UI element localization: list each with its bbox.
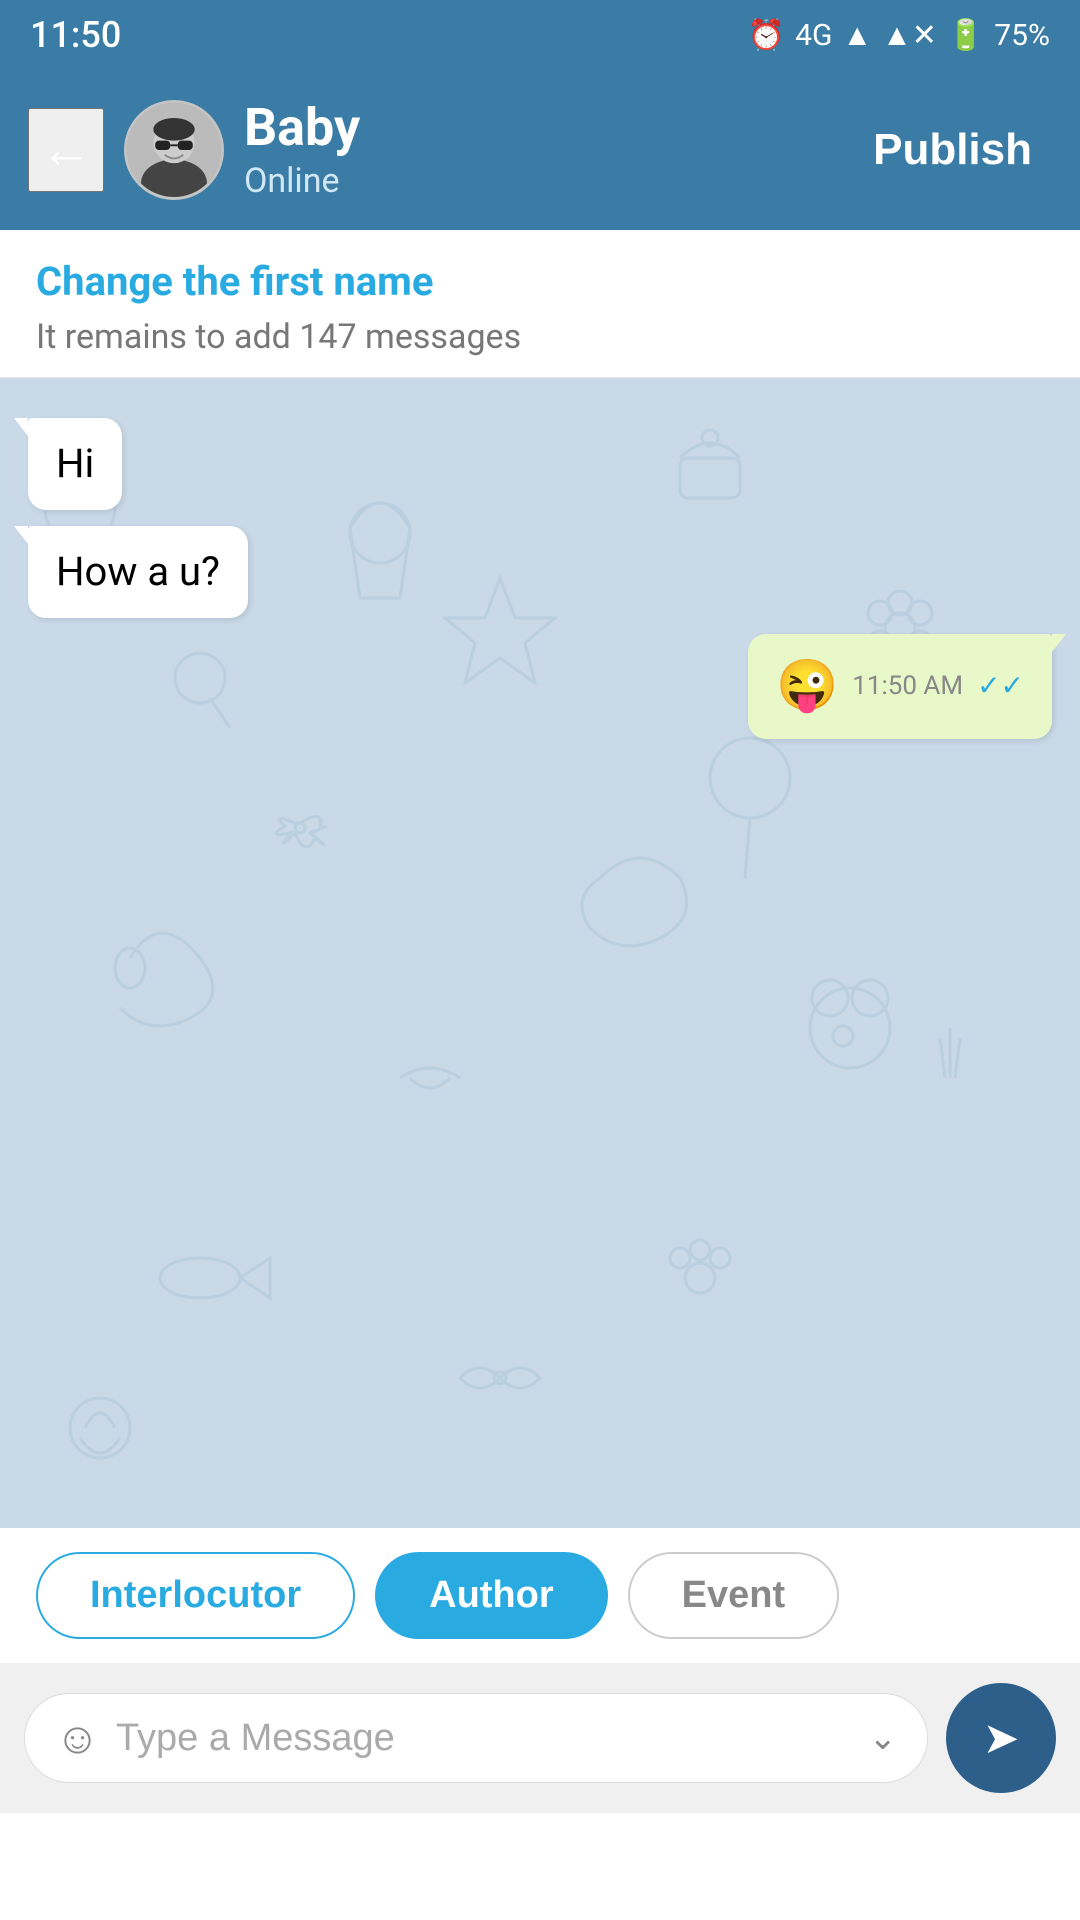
signal2-icon: ▲✕ xyxy=(882,18,937,53)
message-how-are-you: How a u? xyxy=(28,526,248,618)
read-ticks: ✓✓ xyxy=(977,668,1024,704)
role-author-button[interactable]: Author xyxy=(375,1552,608,1639)
notice-subtitle: It remains to add 147 messages xyxy=(36,317,1044,357)
contact-status: Online xyxy=(244,161,833,201)
status-icons: ⏰ 4G ▲ ▲✕ 🔋 75% xyxy=(748,18,1050,53)
contact-info: Baby Online xyxy=(244,99,833,200)
app-bar: ← Baby Online Publish xyxy=(0,70,1080,230)
message-hi: Hi xyxy=(28,418,122,510)
role-event-button[interactable]: Event xyxy=(628,1552,839,1639)
role-selector: Interlocutor Author Event xyxy=(0,1528,1080,1663)
chat-messages: Hi How a u? 😜 11:50 AM ✓✓ xyxy=(0,378,1080,779)
back-button[interactable]: ← xyxy=(28,108,104,192)
message-text: How a u? xyxy=(56,548,220,595)
chat-area: Hi How a u? 😜 11:50 AM ✓✓ xyxy=(0,378,1080,1528)
role-interlocutor-button[interactable]: Interlocutor xyxy=(36,1552,355,1639)
network-label: 4G xyxy=(795,18,832,53)
chevron-down-icon[interactable]: ⌄ xyxy=(869,1718,898,1758)
avatar xyxy=(124,100,224,200)
input-bar: ☺ ⌄ ➤ xyxy=(0,1663,1080,1813)
notice-title: Change the first name xyxy=(36,258,1044,305)
message-outgoing-emoji: 😜 11:50 AM ✓✓ xyxy=(748,634,1052,739)
notice-banner: Change the first name It remains to add … xyxy=(0,230,1080,378)
battery-icon: 🔋 xyxy=(947,18,984,53)
message-input-container: ☺ ⌄ xyxy=(24,1693,928,1783)
publish-button[interactable]: Publish xyxy=(853,115,1052,185)
message-text: Hi xyxy=(56,440,94,487)
status-time: 11:50 xyxy=(30,14,121,56)
emoji-button[interactable]: ☺ xyxy=(55,1712,100,1764)
status-bar: 11:50 ⏰ 4G ▲ ▲✕ 🔋 75% xyxy=(0,0,1080,70)
outgoing-emoji: 😜 xyxy=(776,654,838,719)
battery-label: 75% xyxy=(994,18,1050,53)
clock-icon: ⏰ xyxy=(748,18,785,53)
message-time: 11:50 AM xyxy=(852,670,963,704)
message-input[interactable] xyxy=(116,1717,853,1760)
contact-name: Baby xyxy=(244,99,833,156)
signal-icon: ▲ xyxy=(842,18,872,53)
send-icon: ➤ xyxy=(983,1713,1020,1764)
send-button[interactable]: ➤ xyxy=(946,1683,1056,1793)
